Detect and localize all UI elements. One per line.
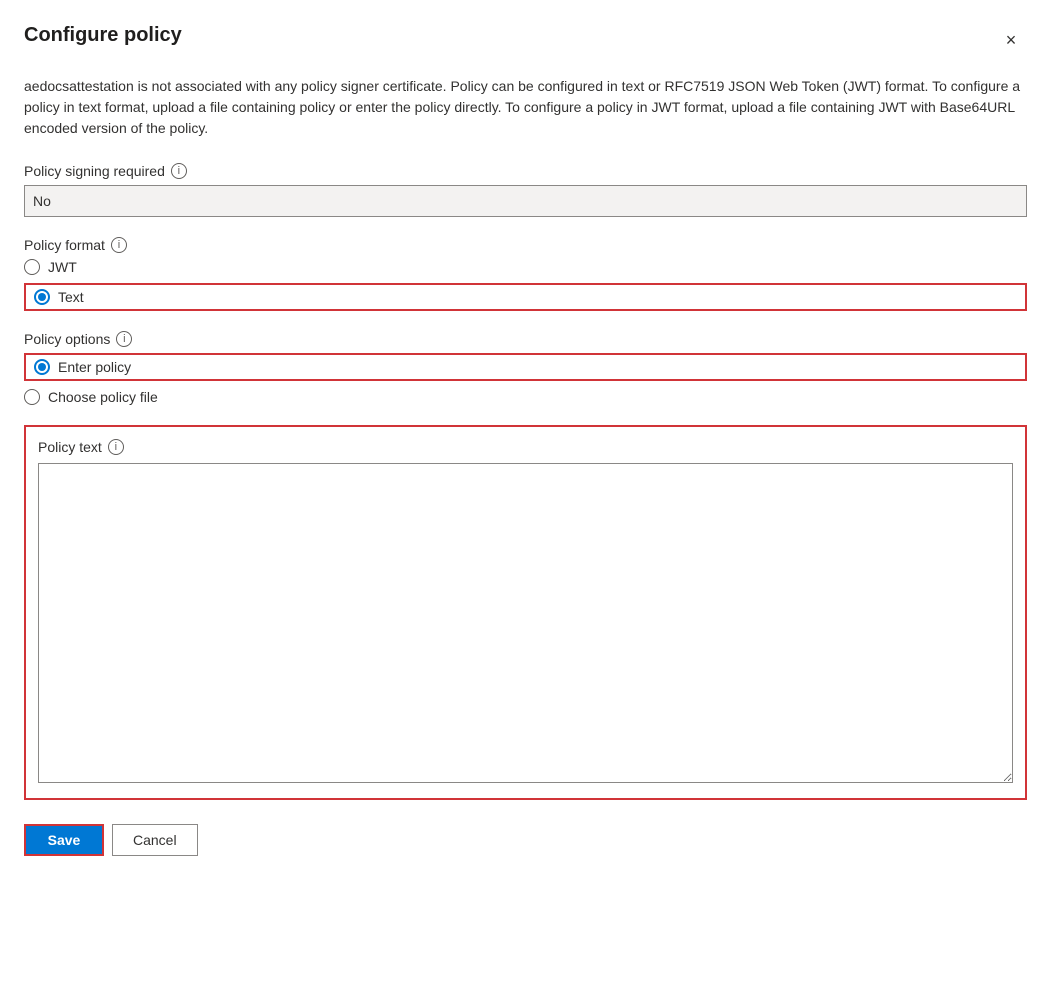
policy-options-section: Policy options i Enter policy Choose pol…: [24, 331, 1027, 405]
dialog-header: Configure policy ×: [24, 24, 1027, 56]
policy-signing-label: Policy signing required i: [24, 163, 1027, 179]
button-row: Save Cancel: [24, 824, 1027, 856]
policy-format-jwt-label: JWT: [48, 259, 77, 275]
policy-text-input[interactable]: [38, 463, 1013, 783]
policy-options-choose-file-option[interactable]: Choose policy file: [24, 389, 1027, 405]
description-text: aedocsattestation is not associated with…: [24, 76, 1027, 139]
policy-options-radio-group: Enter policy Choose policy file: [24, 353, 1027, 405]
policy-format-section: Policy format i JWT Text: [24, 237, 1027, 311]
policy-format-text-option[interactable]: Text: [24, 283, 1027, 311]
policy-options-info-icon[interactable]: i: [116, 331, 132, 347]
policy-format-radio-group: JWT Text: [24, 259, 1027, 311]
policy-text-label: Policy text i: [38, 439, 1013, 455]
policy-format-jwt-radio[interactable]: [24, 259, 40, 275]
cancel-button[interactable]: Cancel: [112, 824, 198, 856]
policy-text-info-icon[interactable]: i: [108, 439, 124, 455]
policy-format-text-label: Text: [58, 289, 84, 305]
policy-text-section: Policy text i: [24, 425, 1027, 800]
policy-format-text-radio[interactable]: [34, 289, 50, 305]
policy-options-label: Policy options i: [24, 331, 1027, 347]
policy-signing-info-icon[interactable]: i: [171, 163, 187, 179]
save-button[interactable]: Save: [24, 824, 104, 856]
policy-options-enter-policy-label: Enter policy: [58, 359, 131, 375]
policy-format-label: Policy format i: [24, 237, 1027, 253]
policy-options-enter-policy-option[interactable]: Enter policy: [24, 353, 1027, 381]
policy-format-jwt-option[interactable]: JWT: [24, 259, 1027, 275]
policy-options-enter-policy-radio[interactable]: [34, 359, 50, 375]
policy-format-info-icon[interactable]: i: [111, 237, 127, 253]
dialog-title: Configure policy: [24, 24, 182, 47]
configure-policy-dialog: Configure policy × aedocsattestation is …: [0, 0, 1051, 986]
policy-options-choose-file-label: Choose policy file: [48, 389, 158, 405]
policy-options-choose-file-radio[interactable]: [24, 389, 40, 405]
policy-signing-dropdown[interactable]: No: [24, 185, 1027, 217]
close-button[interactable]: ×: [995, 24, 1027, 56]
policy-signing-section: Policy signing required i No: [24, 163, 1027, 217]
